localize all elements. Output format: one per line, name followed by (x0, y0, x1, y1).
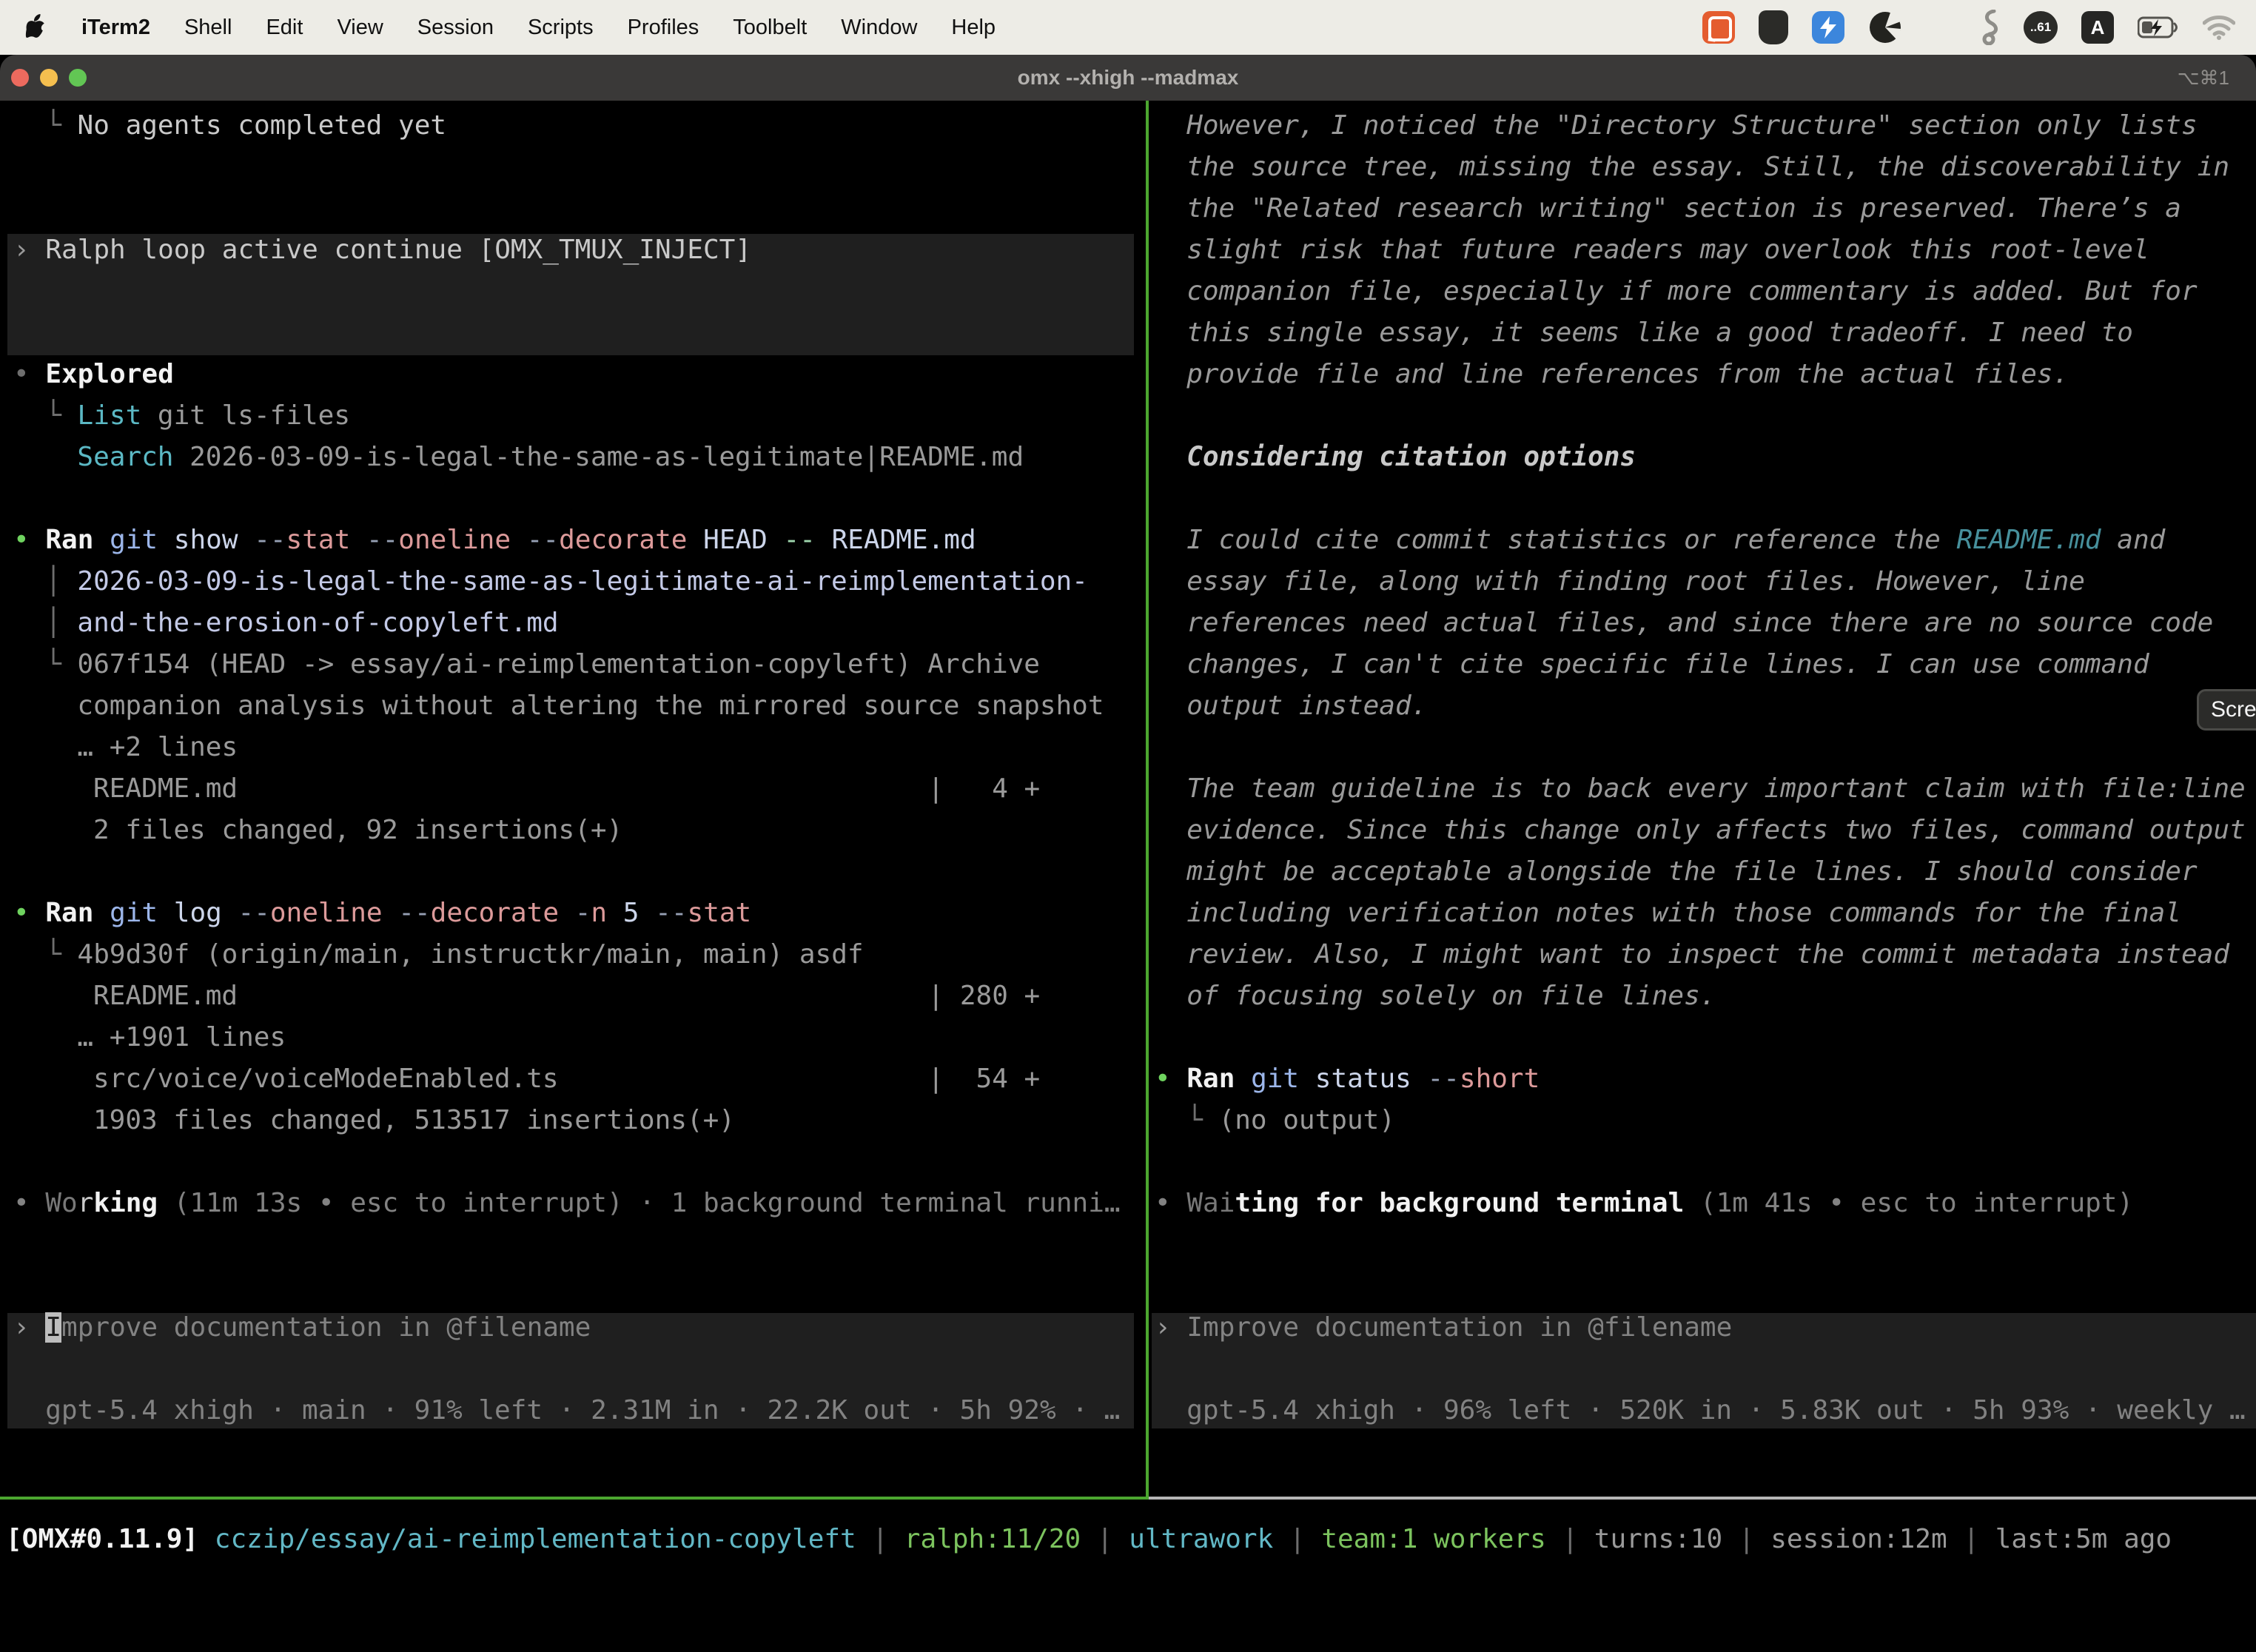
terminal-line: might be acceptable alongside the file l… (0, 851, 2256, 893)
battery-icon[interactable] (2138, 16, 2179, 38)
menubar-menus: iTerm2 Shell Edit View Session Scripts P… (0, 14, 996, 41)
wifi-icon[interactable] (2203, 15, 2235, 40)
dots-grid-icon[interactable] (1926, 13, 1955, 42)
terminal-line: I could cite commit statistics or refere… (0, 520, 2256, 561)
terminal-line: evidence. Since this change only affects… (0, 810, 2256, 851)
terminal-line: However, I noticed the "Directory Struct… (0, 105, 2256, 147)
apple-menu-icon[interactable] (25, 14, 47, 41)
terminal-line: gpt-5.4 xhigh · 96% left · 520K in · 5.8… (0, 1390, 2256, 1431)
menu-item-app[interactable]: iTerm2 (81, 16, 150, 40)
terminal-line: • Waiting for background terminal (1m 41… (0, 1183, 2256, 1224)
terminal-line: provide file and line references from th… (0, 354, 2256, 395)
pie-menu-icon[interactable] (1868, 10, 1902, 44)
terminal-line: including verification notes with those … (0, 893, 2256, 934)
menu-item-toolbelt[interactable]: Toolbelt (733, 16, 807, 40)
menu-item-view[interactable]: View (337, 16, 383, 40)
menubar-status-icons: ..61 A (1702, 10, 2256, 45)
window-shortcut-badge: ⌥⌘1 (2178, 55, 2229, 101)
terminal-line: The team guideline is to back every impo… (0, 768, 2256, 810)
macos-menubar: iTerm2 Shell Edit View Session Scripts P… (0, 0, 2256, 55)
battery-percent-text: ..61 (2030, 20, 2051, 35)
input-source-icon[interactable]: A (2081, 11, 2114, 44)
terminal-line: references need actual files, and since … (0, 602, 2256, 644)
omx-status-line: [OMX#0.11.9] cczip/essay/ai-reimplementa… (6, 1519, 2172, 1560)
bolt-app-icon[interactable] (1812, 11, 1844, 44)
screenshot-app-icon[interactable] (1702, 11, 1735, 44)
menu-item-edit[interactable]: Edit (266, 16, 303, 40)
menu-item-session[interactable]: Session (417, 16, 494, 40)
terminal-line: • Ran git status --short (0, 1058, 2256, 1100)
terminal-line: output instead. (0, 685, 2256, 727)
terminal-line: this single essay, it seems like a good … (0, 312, 2256, 354)
terminal-content: └ No agents completed yet› Ralph loop ac… (0, 101, 2256, 1593)
screen-edge-tooltip: Scre (2197, 689, 2256, 731)
iterm-window: omx --xhigh --madmax ⌥⌘1 └ No agents com… (0, 55, 2256, 1634)
terminal-line: └ (no output) (0, 1100, 2256, 1141)
terminal-line: the source tree, missing the essay. Stil… (0, 147, 2256, 188)
tooltip-text: Scre (2211, 697, 2256, 722)
terminal-line: › Improve documentation in @filename (0, 1307, 2256, 1349)
terminal-line: of focusing solely on file lines. (0, 976, 2256, 1017)
menu-item-help[interactable]: Help (951, 16, 996, 40)
shield-keypad-icon[interactable] (1759, 10, 1788, 44)
terminal-line: review. Also, I might want to inspect th… (0, 934, 2256, 976)
terminal-line: changes, I can't cite specific file line… (0, 644, 2256, 685)
window-title: omx --xhigh --madmax (0, 55, 2256, 101)
terminal-line: Considering citation options (0, 437, 2256, 478)
terminal-line: companion file, especially if more comme… (0, 271, 2256, 312)
menu-item-shell[interactable]: Shell (184, 16, 232, 40)
menu-item-profiles[interactable]: Profiles (628, 16, 699, 40)
right-agent-pane[interactable]: However, I noticed the "Directory Struct… (0, 105, 2256, 1504)
input-source-letter: A (2091, 16, 2105, 39)
window-titlebar[interactable]: omx --xhigh --madmax ⌥⌘1 (0, 55, 2256, 102)
menu-item-scripts[interactable]: Scripts (528, 16, 594, 40)
battery-percent-badge-icon[interactable]: ..61 (2024, 11, 2058, 44)
menu-item-window[interactable]: Window (841, 16, 917, 40)
hook-icon[interactable] (1979, 10, 2000, 45)
terminal-line: essay file, along with finding root file… (0, 561, 2256, 602)
terminal-line: slight risk that future readers may over… (0, 229, 2256, 271)
terminal-line: the "Related research writing" section i… (0, 188, 2256, 229)
